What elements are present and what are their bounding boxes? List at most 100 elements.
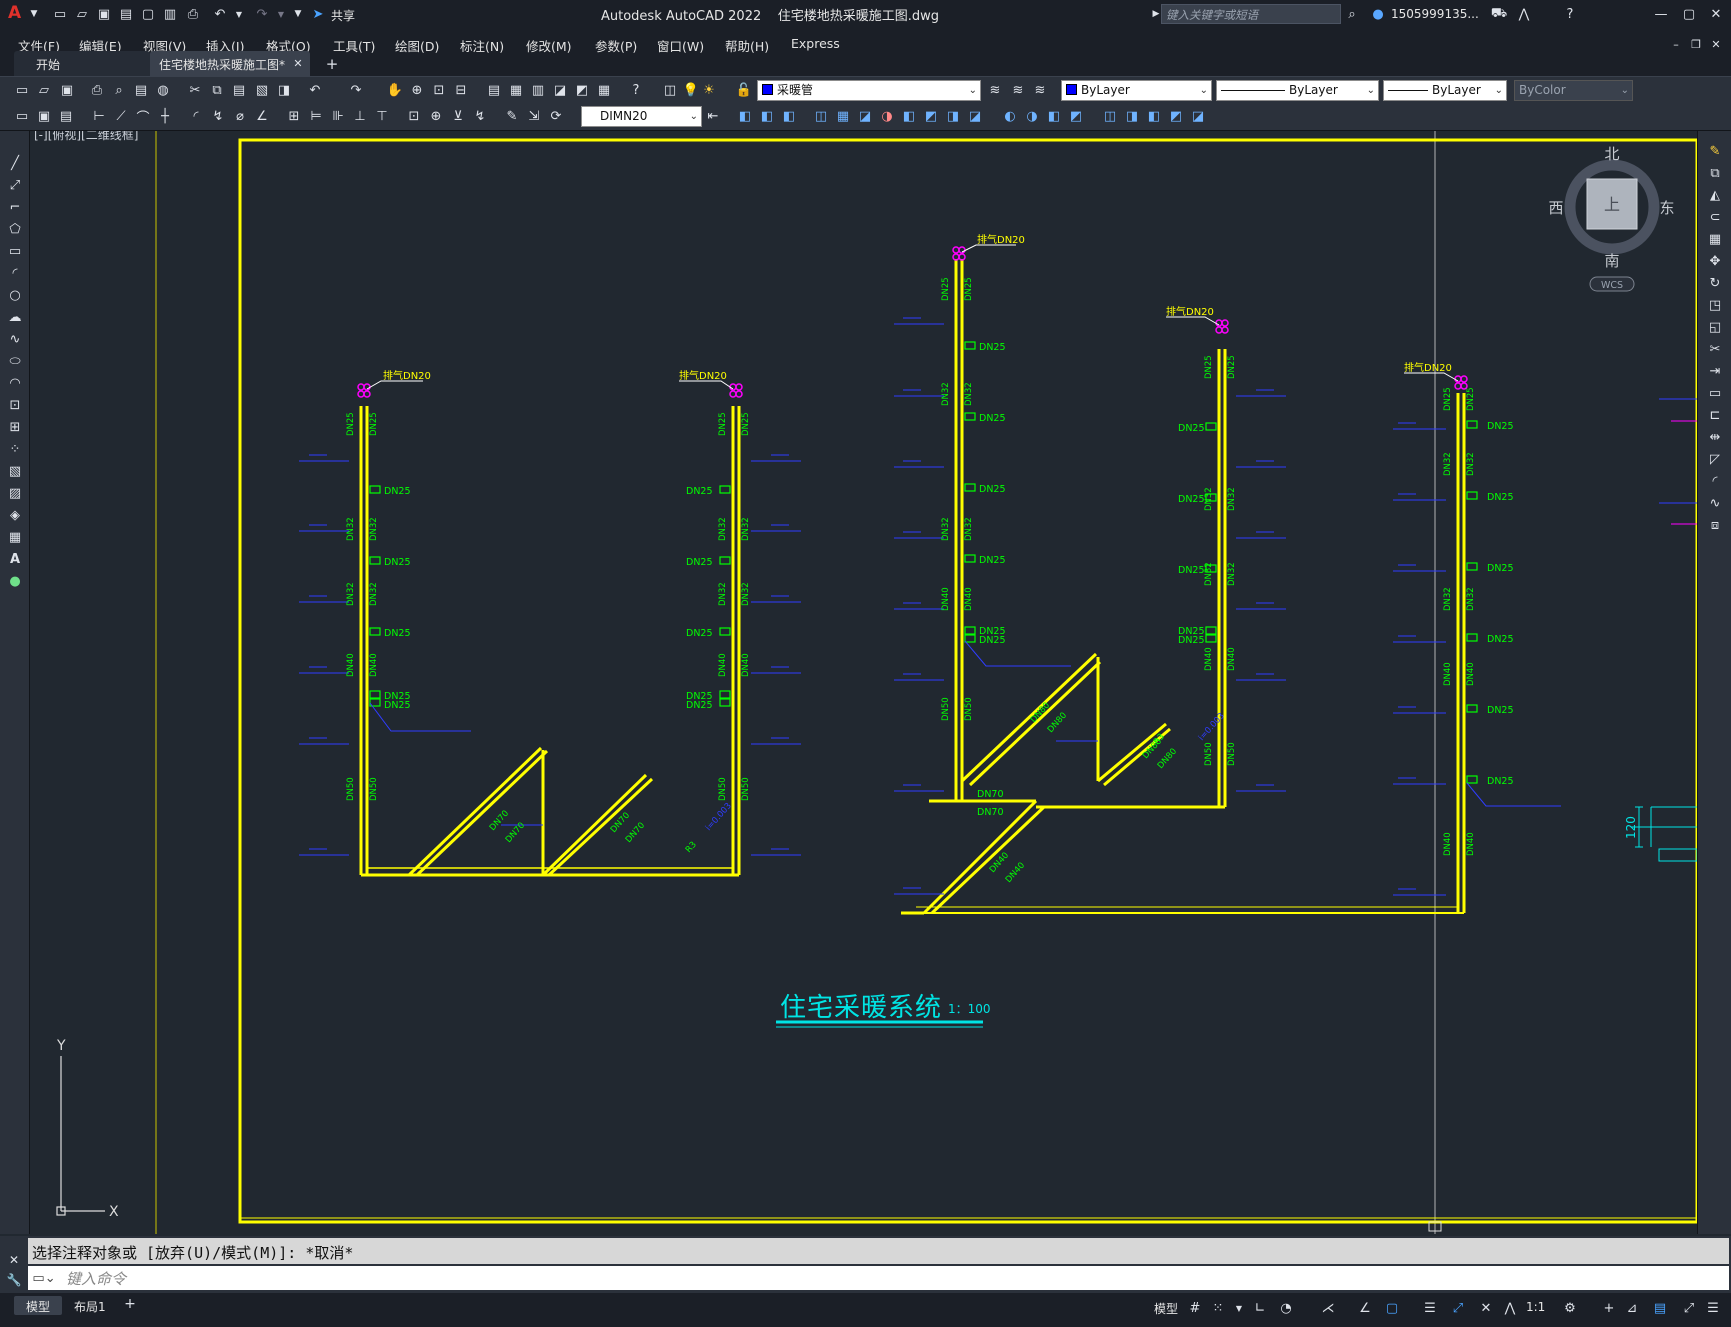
open-web-icon[interactable]: ▢ bbox=[138, 4, 158, 24]
drawing-canvas[interactable]: [-][俯视][二维线框] 排气DN20 排气DN20 DN25 DN25 DN… bbox=[31, 131, 1697, 1234]
undo-icon[interactable]: ↶ bbox=[210, 4, 230, 24]
quick-dim-icon[interactable]: ⊞ bbox=[284, 106, 304, 126]
command-input[interactable]: 键入命令 bbox=[66, 1268, 126, 1289]
block-editor-icon[interactable]: ◨ bbox=[274, 80, 294, 100]
gradient-icon[interactable]: ▨ bbox=[5, 483, 25, 503]
zoom-previous-icon[interactable]: ⊟ bbox=[451, 80, 471, 100]
polyline-icon[interactable]: ⌐ bbox=[5, 197, 25, 217]
open-file-icon[interactable]: ▱ bbox=[72, 4, 92, 24]
array-side-icon[interactable]: ▦ bbox=[1705, 229, 1725, 249]
move-side-icon[interactable]: ✥ bbox=[1705, 251, 1725, 271]
edit-poly-icon[interactable]: ◨ bbox=[1122, 106, 1142, 126]
snap-menu-icon[interactable]: ▼ bbox=[1229, 1298, 1249, 1318]
arc-icon[interactable]: ◜ bbox=[5, 263, 25, 283]
drawing-svg[interactable]: 排气DN20 排气DN20 DN25 DN25 DN25 DN25 DN25 D… bbox=[31, 131, 1697, 1234]
ellipse-icon[interactable]: ⬭ bbox=[5, 351, 25, 371]
break-point-side-icon[interactable]: ▭ bbox=[1705, 383, 1725, 403]
plot-tb-icon[interactable]: ⎙ bbox=[87, 80, 107, 100]
tool-palettes-icon[interactable]: ▥ bbox=[528, 80, 548, 100]
paste-icon[interactable]: ▤ bbox=[229, 80, 249, 100]
arc-length-icon[interactable]: ⌒ bbox=[133, 106, 153, 126]
search-input[interactable]: 键入关键字或短语 bbox=[1161, 4, 1341, 24]
edit-array-icon[interactable]: ◪ bbox=[1188, 106, 1208, 126]
logo-menu-arrow-icon[interactable]: ▼ bbox=[24, 4, 44, 24]
polygon-icon[interactable]: ⬠ bbox=[5, 219, 25, 239]
save-as-icon[interactable]: ▤ bbox=[116, 4, 136, 24]
jogged-dim-icon[interactable]: ↯ bbox=[208, 106, 228, 126]
3d-print-icon[interactable]: ◍ bbox=[153, 80, 173, 100]
dim-text-edit-icon[interactable]: ⇲ bbox=[524, 106, 544, 126]
grid-icon[interactable]: # bbox=[1185, 1298, 1205, 1318]
plot-icon[interactable]: ⎙ bbox=[183, 4, 203, 24]
share-icon[interactable]: ➤ bbox=[308, 4, 328, 24]
add-selected-icon[interactable]: ● bbox=[5, 571, 25, 591]
isodraft-icon[interactable]: ⋌ bbox=[1318, 1298, 1338, 1318]
erase-side-icon[interactable]: ✎ bbox=[1705, 141, 1725, 161]
make-current-layer-icon[interactable]: ≋ bbox=[985, 80, 1005, 100]
chamfer-icon[interactable]: ◧ bbox=[1044, 106, 1064, 126]
table-icon[interactable]: ▦ bbox=[5, 527, 25, 547]
sheet-set-icon[interactable]: ◪ bbox=[550, 80, 570, 100]
fillet-icon[interactable]: ◩ bbox=[1066, 106, 1086, 126]
tab-close-icon[interactable]: ✕ bbox=[288, 53, 308, 73]
ortho-icon[interactable]: ∟ bbox=[1250, 1298, 1270, 1318]
layer-dropdown[interactable]: 采暖管 ⌄ bbox=[757, 80, 981, 101]
rotate-icon[interactable]: ◑ bbox=[877, 106, 897, 126]
scale-icon[interactable]: ◧ bbox=[899, 106, 919, 126]
autodesk-app-icon[interactable]: ⋀ bbox=[1514, 4, 1534, 24]
menu-express[interactable]: Express bbox=[791, 36, 840, 51]
publish-icon[interactable]: ▤ bbox=[131, 80, 151, 100]
command-settings-icon[interactable]: 🔧 bbox=[4, 1270, 24, 1290]
menu-window[interactable]: 窗口(W) bbox=[657, 36, 704, 55]
osnap-icon[interactable]: ▢ bbox=[1382, 1298, 1402, 1318]
copy-obj-icon[interactable]: ◧ bbox=[757, 106, 777, 126]
quick-properties-icon[interactable]: ▤ bbox=[1650, 1298, 1670, 1318]
color-dropdown[interactable]: ByLayer ⌄ bbox=[1061, 80, 1212, 101]
add-layout-icon[interactable]: + bbox=[120, 1294, 140, 1314]
stretch-icon[interactable]: ◩ bbox=[921, 106, 941, 126]
layer-manager-icon[interactable]: ◫ bbox=[660, 80, 680, 100]
explode-icon[interactable]: ◫ bbox=[1100, 106, 1120, 126]
continue-dim-icon[interactable]: ⊪ bbox=[328, 106, 348, 126]
dim-space-icon[interactable]: ⊥ bbox=[350, 106, 370, 126]
menu-tools[interactable]: 工具(T) bbox=[333, 36, 375, 55]
offset-side-icon[interactable]: ⊂ bbox=[1705, 207, 1725, 227]
point-icon[interactable]: ⁘ bbox=[5, 439, 25, 459]
redo-icon[interactable]: ↷ bbox=[252, 4, 272, 24]
clean-screen-icon[interactable]: ⤢ bbox=[1679, 1298, 1699, 1318]
tool-1-icon[interactable]: ▭ bbox=[12, 106, 32, 126]
tolerance-icon[interactable]: ⊡ bbox=[404, 106, 424, 126]
erase-icon[interactable]: ◧ bbox=[735, 106, 755, 126]
rotate-side-icon[interactable]: ↻ bbox=[1705, 273, 1725, 293]
model-space-button[interactable]: 模型 bbox=[1154, 1300, 1178, 1317]
dim-edit-icon[interactable]: ✎ bbox=[502, 106, 522, 126]
menu-draw[interactable]: 绘图(D) bbox=[395, 36, 439, 55]
edit-spline-icon[interactable]: ◧ bbox=[1144, 106, 1164, 126]
save-tb-icon[interactable]: ▣ bbox=[57, 80, 77, 100]
markup-icon[interactable]: ◩ bbox=[572, 80, 592, 100]
undo-tb-icon[interactable]: ↶ bbox=[305, 80, 325, 100]
mirror-icon[interactable]: ◧ bbox=[779, 106, 799, 126]
transparency-icon[interactable]: ⤢ bbox=[1448, 1298, 1468, 1318]
tab-drawing[interactable]: 住宅楼地热采暖施工图* ✕ bbox=[150, 51, 310, 76]
angular-dim-icon[interactable]: ∠ bbox=[252, 106, 272, 126]
extend-side-icon[interactable]: ⇥ bbox=[1705, 361, 1725, 381]
calculator-icon[interactable]: ▦ bbox=[594, 80, 614, 100]
mtext-icon[interactable]: A bbox=[5, 549, 25, 569]
command-input-row[interactable]: ▭⌄ 键入命令 bbox=[28, 1266, 1729, 1290]
open-icon[interactable]: ▱ bbox=[34, 80, 54, 100]
command-close-icon[interactable]: ✕ bbox=[4, 1250, 24, 1270]
spline-icon[interactable]: ∿ bbox=[5, 329, 25, 349]
new-file-icon[interactable]: ▭ bbox=[50, 4, 70, 24]
tab-start[interactable]: 开始 bbox=[14, 51, 150, 76]
annotation-monitor-icon[interactable]: + bbox=[1599, 1298, 1619, 1318]
properties-icon[interactable]: ▤ bbox=[484, 80, 504, 100]
fillet-side-icon[interactable]: ◜ bbox=[1705, 471, 1725, 491]
search-icon[interactable]: ⌕ bbox=[1342, 4, 1362, 24]
revision-cloud-icon[interactable]: ☁ bbox=[5, 307, 25, 327]
edit-hatch-icon[interactable]: ◩ bbox=[1166, 106, 1186, 126]
layer-thaw-icon[interactable]: ☀ bbox=[699, 80, 719, 100]
inspect-icon[interactable]: ⊻ bbox=[448, 106, 468, 126]
command-recent-icon[interactable]: ▭⌄ bbox=[30, 1268, 58, 1288]
join-side-icon[interactable]: ⇹ bbox=[1705, 427, 1725, 447]
